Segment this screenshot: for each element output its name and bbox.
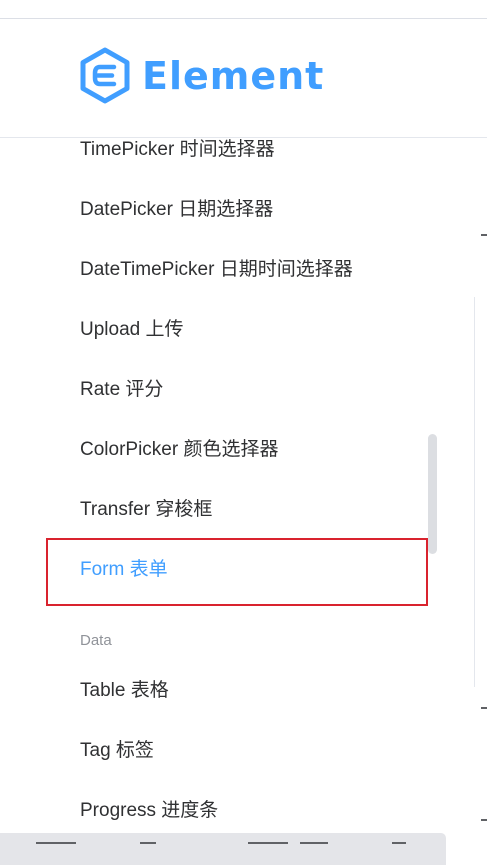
clipped-text [392, 842, 406, 844]
logo[interactable]: Element [80, 47, 324, 104]
element-logo-icon [80, 47, 130, 104]
sidebar: Element TimePicker 时间选择器 DatePicker 日期选择… [0, 19, 487, 865]
menu-item-rate[interactable]: Rate 评分 [80, 378, 163, 402]
menu-item-datetimepicker[interactable]: DateTimePicker 日期时间选择器 [80, 258, 353, 282]
content-fragment [481, 234, 487, 236]
highlight-box [46, 538, 428, 606]
menu-group-title-data: Data [80, 632, 112, 649]
scrollbar-thumb[interactable] [428, 434, 437, 554]
bottom-toolbar [0, 833, 446, 865]
content-fragment [481, 819, 487, 821]
clipped-text [300, 842, 328, 844]
content-panel-edge [474, 297, 487, 687]
menu-item-tag[interactable]: Tag 标签 [80, 739, 154, 763]
menu-item-colorpicker[interactable]: ColorPicker 颜色选择器 [80, 438, 278, 462]
clipped-text [36, 842, 76, 844]
top-navbar: ▔▔ ▔▔▔▔▔ [0, 0, 487, 19]
menu-item-progress[interactable]: Progress 进度条 [80, 799, 218, 823]
clipped-text [248, 842, 288, 844]
navbar-clipped-text: ▔▔ [34, 0, 59, 10]
menu-item-datepicker[interactable]: DatePicker 日期选择器 [80, 198, 273, 222]
menu-item-transfer[interactable]: Transfer 穿梭框 [80, 498, 212, 522]
content-fragment [481, 707, 487, 709]
menu-item-table[interactable]: Table 表格 [80, 679, 169, 703]
menu-item-timepicker[interactable]: TimePicker 时间选择器 [80, 138, 275, 162]
brand-name: Element [142, 53, 325, 98]
clipped-text [140, 842, 156, 844]
menu-item-upload[interactable]: Upload 上传 [80, 318, 184, 342]
navbar-clipped-text: ▔▔▔▔▔ [343, 0, 415, 10]
